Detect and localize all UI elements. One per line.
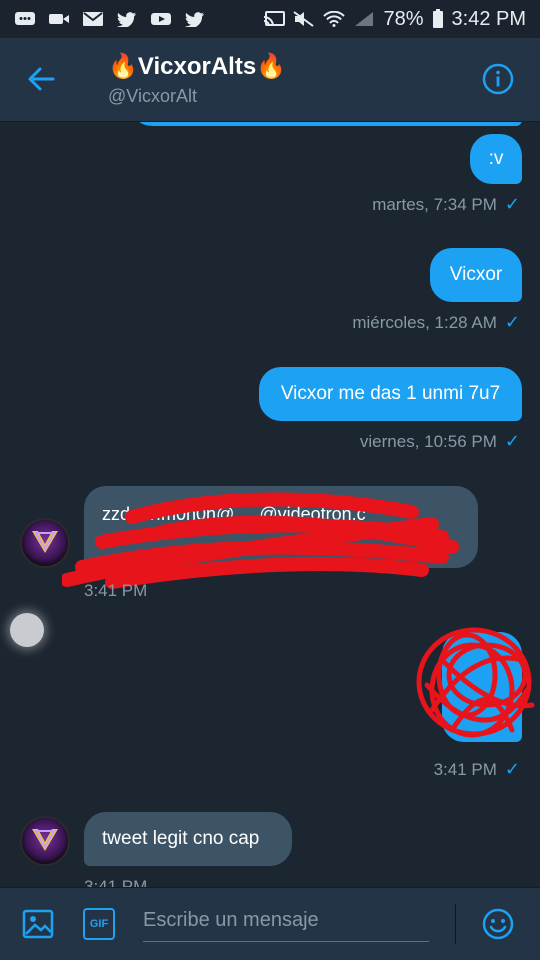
contact-name[interactable]: 🔥VicxorAlts🔥 <box>108 52 286 81</box>
clock: 3:42 PM <box>451 7 526 30</box>
check-icon: ✓ <box>504 312 520 332</box>
signal-icon <box>353 11 375 27</box>
message-bubble-partial <box>130 122 522 126</box>
floating-dot[interactable] <box>10 613 44 647</box>
message-input[interactable] <box>143 900 429 942</box>
twitter-icon <box>184 11 206 27</box>
message-bubble-outgoing[interactable] <box>442 632 522 742</box>
contact-handle: @VicxorAlt <box>108 86 197 106</box>
message-text: tweet legit cno cap <box>102 828 260 849</box>
messages-icon <box>14 11 36 27</box>
message-text: zzdoor:m0n0n@ ... @videotron.c <box>102 504 366 524</box>
message-bubble-incoming[interactable]: zzdoor:m0n0n@ ... @videotron.c <box>84 486 478 568</box>
mute-icon <box>293 11 315 27</box>
message-text: Vicxor me das 1 unmi 7u7 <box>280 383 501 404</box>
message-bubble-outgoing[interactable]: Vicxor me das 1 unmi 7u7 <box>259 367 522 421</box>
message-text: Vicxor <box>449 264 503 285</box>
check-icon: ✓ <box>504 194 520 214</box>
gmail-icon <box>82 11 104 27</box>
video-icon <box>48 11 70 27</box>
message-timestamp: miércoles, 1:28 AM ✓ <box>352 312 520 332</box>
message-list[interactable]: :v martes, 7:34 PM ✓ Vicxor miércoles, 1:… <box>0 122 540 887</box>
message-timestamp: martes, 7:34 PM ✓ <box>372 194 520 214</box>
youtube-icon <box>150 11 172 27</box>
message-text: :v <box>488 148 504 169</box>
check-icon: ✓ <box>504 431 520 451</box>
status-bar: 78% 3:42 PM <box>0 0 540 38</box>
emoji-icon[interactable] <box>482 908 514 940</box>
message-timestamp: 3:41 PM <box>84 877 148 887</box>
conversation-header: 🔥VicxorAlts🔥 @VicxorAlt <box>0 38 540 122</box>
divider <box>455 904 456 944</box>
message-bubble-outgoing[interactable]: :v <box>470 134 522 184</box>
message-bubble-incoming[interactable]: tweet legit cno cap <box>84 812 292 866</box>
battery-percent: 78% <box>383 7 424 30</box>
message-timestamp: viernes, 10:56 PM ✓ <box>359 431 520 451</box>
message-timestamp: 3:41 PM ✓ <box>433 759 520 779</box>
message-composer: GIF <box>0 887 540 960</box>
gif-button[interactable]: GIF <box>83 908 115 940</box>
avatar[interactable] <box>20 816 70 866</box>
message-timestamp: 3:41 PM <box>84 581 148 600</box>
battery-icon <box>432 9 444 28</box>
info-icon[interactable] <box>482 63 514 95</box>
wifi-icon <box>323 11 346 27</box>
image-icon[interactable] <box>22 908 54 940</box>
twitter-icon <box>116 11 138 27</box>
cast-icon <box>263 11 286 27</box>
avatar[interactable] <box>20 518 70 568</box>
arrow-left-icon[interactable] <box>26 64 56 94</box>
message-bubble-outgoing[interactable]: Vicxor <box>430 248 522 302</box>
check-icon: ✓ <box>504 759 520 779</box>
